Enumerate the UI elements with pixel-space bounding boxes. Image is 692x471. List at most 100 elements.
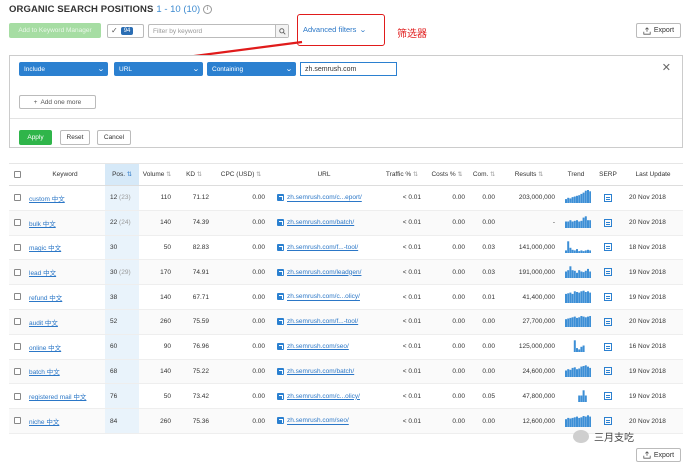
serp-cell[interactable] [593, 383, 623, 410]
url-link[interactable]: zh.semrush.com/c...olicy/ [287, 294, 360, 301]
url-link[interactable]: zh.semrush.com/batch/ [287, 219, 354, 226]
row-checkbox[interactable] [9, 359, 25, 385]
url-cell[interactable]: zh.semrush.com/f...-tool/ [269, 235, 379, 261]
url-link[interactable]: zh.semrush.com/seo/ [287, 343, 349, 350]
column-costs[interactable]: Costs % ⇅ [425, 163, 469, 186]
serp-cell[interactable] [593, 334, 623, 360]
url-cell[interactable]: zh.semrush.com/c...eport/ [269, 185, 379, 211]
serp-cell[interactable] [593, 309, 623, 335]
keyword-link[interactable]: audit 中文 [25, 309, 105, 335]
serp-cell[interactable] [593, 259, 623, 286]
kd-cell: 73.42 [175, 383, 213, 410]
keyword-link[interactable]: refund 中文 [25, 284, 105, 310]
url-link[interactable]: zh.semrush.com/c...olicy/ [287, 393, 360, 400]
field-select[interactable]: URL ⌄ [114, 62, 203, 76]
row-checkbox[interactable] [9, 185, 25, 211]
serp-cell[interactable] [593, 210, 623, 236]
url-link[interactable]: zh.semrush.com/seo/ [287, 418, 349, 425]
keyword-link[interactable]: custom 中文 [25, 185, 105, 211]
url-link[interactable]: zh.semrush.com/f...-tool/ [287, 244, 358, 251]
serp-cell[interactable] [593, 185, 623, 211]
row-checkbox[interactable] [9, 383, 25, 410]
external-link-icon[interactable] [277, 293, 284, 301]
serp-cell[interactable] [593, 359, 623, 385]
url-link[interactable]: zh.semrush.com/batch/ [287, 368, 354, 375]
trend-bar [582, 415, 585, 427]
keyword-link[interactable]: niche 中文 [25, 408, 105, 434]
serp-snapshot-icon[interactable] [604, 193, 612, 202]
external-link-icon[interactable] [277, 392, 284, 400]
url-cell[interactable]: zh.semrush.com/batch/ [269, 210, 379, 236]
serp-snapshot-icon[interactable] [604, 417, 612, 426]
row-checkbox[interactable] [9, 235, 25, 261]
row-checkbox[interactable] [9, 259, 25, 286]
url-cell[interactable]: zh.semrush.com/seo/ [269, 334, 379, 360]
keyword-link[interactable]: online 中文 [25, 334, 105, 360]
external-link-icon[interactable] [277, 367, 284, 375]
external-link-icon[interactable] [277, 243, 284, 251]
close-icon[interactable]: ✕ [662, 61, 671, 74]
row-checkbox[interactable] [9, 408, 25, 434]
keyword-link[interactable]: bulk 中文 [25, 210, 105, 236]
keyword-link[interactable]: registered mail 中文 [25, 383, 105, 410]
column-last-update[interactable]: Last Update [623, 163, 683, 186]
reset-button[interactable]: Reset [60, 130, 90, 145]
external-link-icon[interactable] [277, 194, 284, 202]
column-traffic[interactable]: Traffic % ⇅ [379, 163, 425, 186]
serp-snapshot-icon[interactable] [604, 392, 612, 401]
keyword-link[interactable]: lead 中文 [25, 259, 105, 286]
serp-snapshot-icon[interactable] [604, 342, 612, 351]
url-cell[interactable]: zh.semrush.com/c...olicy/ [269, 284, 379, 310]
column-cpc[interactable]: CPC (USD) ⇅ [213, 163, 269, 186]
serp-cell[interactable] [593, 235, 623, 261]
external-link-icon[interactable] [277, 268, 284, 276]
external-link-icon[interactable] [277, 219, 284, 227]
operator-select-label: Containing [212, 65, 244, 73]
serp-snapshot-icon[interactable] [604, 268, 612, 277]
row-checkbox[interactable] [9, 284, 25, 310]
row-checkbox[interactable] [9, 210, 25, 236]
export-button-top[interactable]: Export [636, 23, 681, 38]
keyword-link[interactable]: magic 中文 [25, 235, 105, 261]
filter-value-input[interactable]: zh.semrush.com [300, 62, 397, 76]
column-kd[interactable]: KD ⇅ [175, 163, 213, 186]
serp-cell[interactable] [593, 284, 623, 310]
add-one-more-button[interactable]: + Add one more [19, 95, 96, 109]
column-keyword[interactable]: Keyword [25, 163, 105, 186]
row-checkbox[interactable] [9, 334, 25, 360]
serp-snapshot-icon[interactable] [604, 218, 612, 227]
serp-snapshot-icon[interactable] [604, 317, 612, 326]
serp-snapshot-icon[interactable] [604, 293, 612, 302]
trend-sparkline [578, 390, 587, 402]
include-select[interactable]: Include ⌄ [19, 62, 108, 76]
url-cell[interactable]: zh.semrush.com/seo/ [269, 408, 379, 434]
export-button-bottom[interactable]: Export [636, 448, 681, 462]
results-cell: 141,000,000 [499, 235, 559, 261]
url-link[interactable]: zh.semrush.com/f...-tool/ [287, 318, 358, 325]
url-cell[interactable]: zh.semrush.com/f...-tool/ [269, 309, 379, 335]
column-results[interactable]: Results ⇅ [499, 163, 559, 186]
external-link-icon[interactable] [277, 417, 284, 425]
column-competition[interactable]: Com. ⇅ [469, 163, 499, 186]
trend-bar [584, 291, 587, 303]
external-link-icon[interactable] [277, 318, 284, 326]
last-update-cell: 19 Nov 2018 [623, 359, 683, 385]
row-checkbox[interactable] [9, 309, 25, 335]
operator-select[interactable]: Containing ⌄ [207, 62, 296, 76]
column-volume[interactable]: Volume ⇅ [139, 163, 175, 186]
url-cell[interactable]: zh.semrush.com/leadgen/ [269, 259, 379, 286]
column-position[interactable]: Pos. ⇅ [105, 163, 139, 186]
position-value: 30 [110, 268, 118, 276]
serp-snapshot-icon[interactable] [604, 243, 612, 252]
url-cell[interactable]: zh.semrush.com/batch/ [269, 359, 379, 385]
serp-snapshot-icon[interactable] [604, 367, 612, 376]
url-link[interactable]: zh.semrush.com/leadgen/ [287, 269, 361, 276]
external-link-icon[interactable] [277, 343, 284, 351]
trend-bar [587, 268, 589, 278]
cancel-button[interactable]: Cancel [97, 130, 131, 145]
keyword-link[interactable]: batch 中文 [25, 359, 105, 385]
apply-button[interactable]: Apply [19, 130, 52, 145]
url-cell[interactable]: zh.semrush.com/c...olicy/ [269, 383, 379, 410]
select-all-checkbox[interactable] [9, 163, 25, 186]
url-link[interactable]: zh.semrush.com/c...eport/ [287, 195, 362, 202]
